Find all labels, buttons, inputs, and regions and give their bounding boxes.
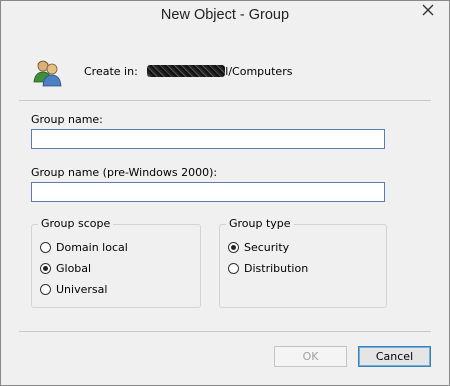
create-in-path: l/Computers	[225, 65, 293, 78]
close-icon	[422, 4, 434, 16]
radio-distribution[interactable]: Distribution	[228, 262, 308, 275]
window-title: New Object - Group	[160, 7, 290, 23]
radio-label: Security	[244, 241, 290, 254]
group-name-label: Group name:	[31, 113, 103, 126]
group-name-input[interactable]	[31, 129, 385, 149]
cancel-button[interactable]: Cancel	[358, 346, 431, 367]
group-scope-box: Group scope Domain local Global Universa…	[31, 217, 201, 308]
radio-button[interactable]	[40, 263, 51, 274]
radio-global[interactable]: Global	[40, 262, 91, 275]
group-scope-legend: Group scope	[38, 217, 114, 230]
radio-security[interactable]: Security	[228, 241, 289, 254]
radio-button[interactable]	[40, 284, 51, 295]
users-group-icon	[33, 60, 62, 87]
dialog-window: New Object - Group Create in: l/Computer…	[0, 0, 450, 386]
group-type-legend: Group type	[226, 217, 294, 230]
radio-universal[interactable]: Universal	[40, 283, 107, 296]
ok-button[interactable]: OK	[274, 346, 347, 367]
radio-label: Distribution	[244, 262, 309, 275]
radio-label: Domain local	[56, 241, 128, 254]
radio-label: Global	[56, 262, 92, 275]
close-button[interactable]	[413, 1, 443, 19]
radio-button[interactable]	[40, 242, 51, 253]
group-name-pre2000-label: Group name (pre-Windows 2000):	[31, 166, 218, 179]
group-name-pre2000-input[interactable]	[31, 182, 385, 202]
create-in-row: Create in: l/Computers	[84, 65, 292, 78]
radio-domain-local[interactable]: Domain local	[40, 241, 128, 254]
separator-bottom	[19, 331, 431, 332]
title-bar[interactable]: New Object - Group	[1, 1, 449, 31]
radio-button[interactable]	[228, 263, 239, 274]
radio-label: Universal	[56, 283, 108, 296]
radio-button[interactable]	[228, 242, 239, 253]
group-type-box: Group type Security Distribution	[219, 217, 387, 308]
separator-top	[19, 100, 431, 101]
create-in-label: Create in:	[84, 65, 138, 78]
redacted-path-segment	[147, 65, 226, 77]
